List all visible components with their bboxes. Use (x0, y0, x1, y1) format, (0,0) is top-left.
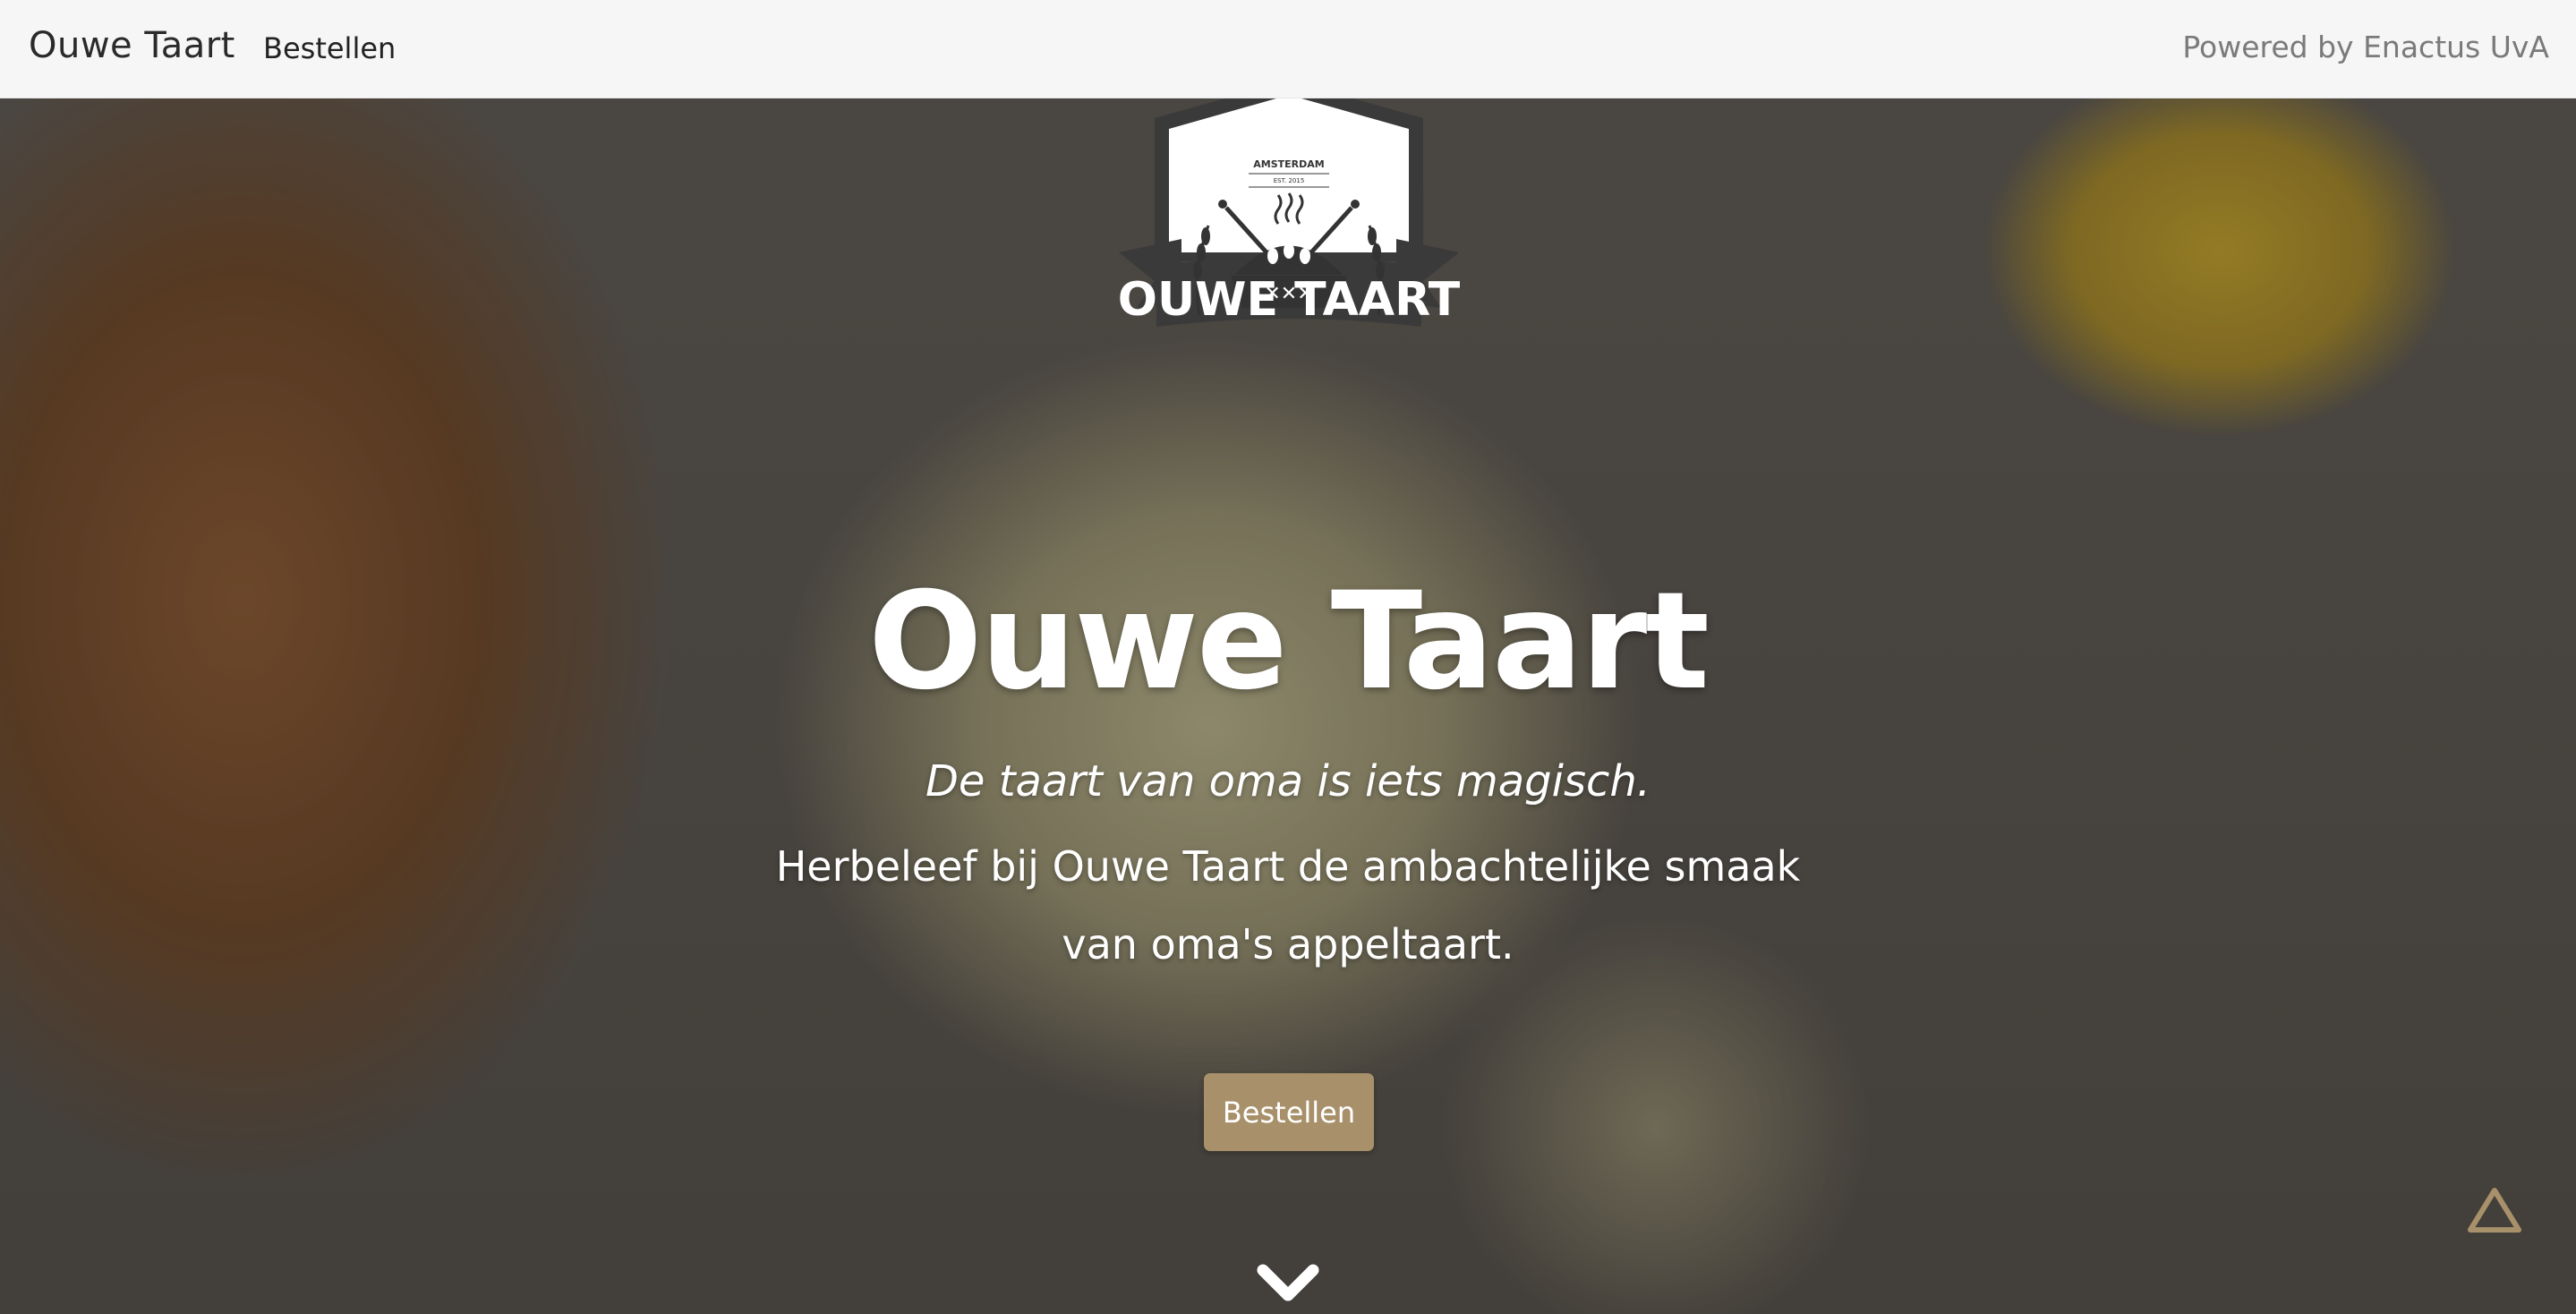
order-button[interactable]: Bestellen (1204, 1073, 1374, 1151)
nav-link-bestellen[interactable]: Bestellen (263, 31, 396, 65)
chevron-down-icon[interactable] (1256, 1259, 1320, 1310)
ouwe-taart-logo: AMSTERDAM EST. 2015 ✕✕✕ OUWE TAART (1083, 98, 1495, 387)
page-title: Ouwe Taart (868, 564, 1710, 720)
hero-description: Herbeleef bij Ouwe Taart de ambachtelijk… (775, 842, 1801, 968)
logo-amsterdam-text: AMSTERDAM (1253, 158, 1324, 170)
hero-section: AMSTERDAM EST. 2015 ✕✕✕ OUWE TAART Ouwe … (0, 98, 2576, 1314)
logo-banner-text: OUWE TAART (1118, 273, 1461, 327)
logo-est-text: EST. 2015 (1274, 177, 1305, 184)
triangle-up-icon[interactable] (2463, 1183, 2526, 1237)
brand-link[interactable]: Ouwe Taart (29, 25, 235, 66)
hero-tagline: De taart van oma is iets magisch. (925, 756, 1651, 806)
powered-by-link[interactable]: Powered by Enactus UvA (2182, 30, 2549, 64)
top-navbar: Ouwe Taart Bestellen Powered by Enactus … (0, 0, 2576, 98)
